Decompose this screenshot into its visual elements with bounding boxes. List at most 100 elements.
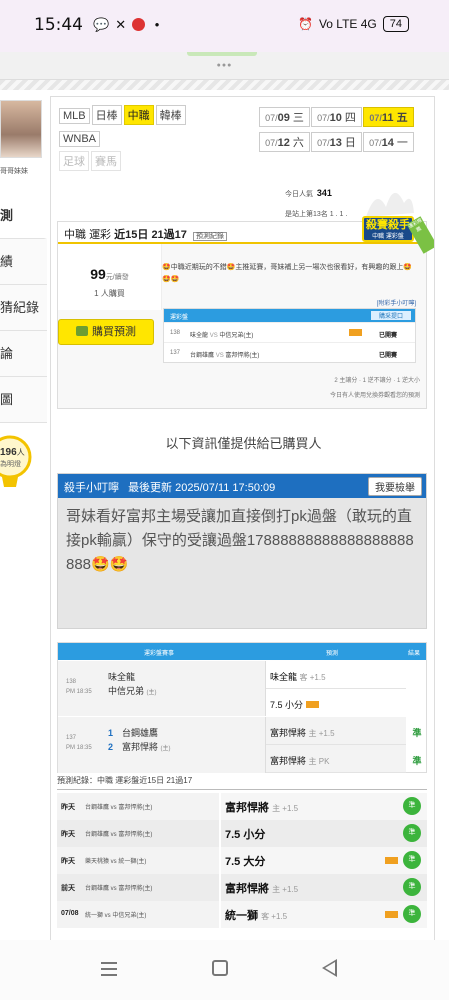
header-pick: 預測: [326, 651, 339, 657]
history-row[interactable]: 昨天 樂天桃猿 vs 統一獅(主) 7.5 大分 準: [57, 847, 427, 874]
lottery-tag-icon: [349, 329, 362, 336]
game-row[interactable]: 138 PM 18:35 味全龍 中信兄弟 (主) 味全龍 客 +1.5 7.5 …: [58, 660, 428, 717]
game-info: 137 PM 18:35 1 台鋼雄鷹 2 富邦悍將 (主): [58, 717, 266, 773]
pick-cell: 富邦悍將 主 +1.5: [266, 717, 406, 745]
back-icon[interactable]: [322, 959, 337, 977]
system-nav-bar: [0, 940, 449, 1000]
recent-apps-icon[interactable]: [101, 962, 117, 976]
date-0712[interactable]: 07/12 六: [259, 132, 310, 152]
history-row[interactable]: 昨天 台鋼雄鷹 vs 富邦悍將(主) 7.5 小分 準: [57, 820, 427, 847]
game-info: 138 PM 18:35 味全龍 中信兄弟 (主): [58, 661, 266, 717]
date-day: 09: [277, 112, 290, 124]
date-0710[interactable]: 07/10 四: [311, 107, 362, 127]
date-day: 11: [381, 112, 394, 124]
history-pick-team: 7.5 大分: [225, 856, 266, 868]
lottery-header: 運彩盤 購采提口: [164, 309, 415, 322]
avatar[interactable]: [0, 100, 42, 158]
sidebar-item-discussion[interactable]: 論: [0, 331, 47, 377]
status-time: 15:44: [34, 15, 83, 35]
date-month: 07/: [369, 113, 382, 123]
header-games: 運彩盤賽事: [144, 651, 175, 657]
lightbulb-count: 196人: [0, 447, 25, 458]
tag-wnba[interactable]: WNBA: [59, 131, 100, 147]
team-away: 1 台鋼雄鷹: [108, 726, 171, 740]
sidebar-item-results[interactable]: 績: [0, 239, 47, 285]
date-0711[interactable]: 07/11 五: [363, 107, 414, 127]
avatar-name: 哥哥妹妹: [0, 168, 28, 175]
lottery-row[interactable]: 137 台鋼雄鷹 VS 富邦悍將(主) 已開賽: [164, 342, 415, 362]
buyer-count: 1 人購買: [94, 289, 125, 298]
lottery-status: 已開賽: [378, 353, 397, 359]
history-pick: 7.5 小分: [225, 826, 265, 842]
history-pick: 富邦悍將 主 +1.5: [225, 799, 298, 815]
prediction-record-button[interactable]: 預測紀錄: [192, 232, 227, 241]
history-row[interactable]: 前天 台鋼雄鷹 vs 富邦悍將(主) 富邦悍將 主 +1.5 準: [57, 874, 427, 901]
lottery-link[interactable]: [附彩手小叮嚀]: [377, 298, 416, 307]
buy-prediction-button[interactable]: 購買預測: [58, 319, 154, 345]
date-0713[interactable]: 07/13 日: [311, 132, 362, 152]
tag-soccer[interactable]: 足球: [59, 151, 89, 171]
header-result: 結果: [408, 651, 421, 657]
more-dots-icon[interactable]: ●●●: [0, 62, 449, 69]
result-cell: [406, 661, 428, 689]
lottery-header-label: 運彩盤: [170, 315, 189, 321]
lottery-home: 味全龍: [190, 333, 209, 339]
vs-icon: VS: [209, 333, 218, 339]
team-number: 1: [108, 728, 114, 738]
history-pick-side: 客 +1.5: [261, 912, 288, 921]
killer-tip-header: 殺手小叮嚀 最後更新 2025/07/11 17:50:09 我要檢舉: [58, 474, 426, 498]
date-0714[interactable]: 07/14 一: [363, 132, 414, 152]
killer-tip-title: 殺手小叮嚀: [64, 482, 119, 494]
site-rank-label: 是站上第13名: [285, 211, 328, 218]
date-day: 12: [277, 137, 290, 149]
vs-icon: VS: [215, 353, 224, 359]
history-pick-team: 7.5 小分: [225, 829, 266, 841]
game-teams: 1 台鋼雄鷹 2 富邦悍將 (主): [108, 726, 171, 756]
pick-side: 客 +1.5: [299, 673, 326, 682]
date-weekday: 日: [344, 137, 356, 149]
date-month: 07/: [317, 138, 330, 148]
result-badge-icon: 準: [403, 797, 421, 815]
price: 99元/續發: [58, 266, 161, 282]
sidebar-item-prediction[interactable]: 測: [0, 193, 47, 239]
updated-label: 最後更新: [128, 482, 173, 494]
drag-handle[interactable]: [187, 52, 257, 56]
tag-horse[interactable]: 賽馬: [91, 151, 121, 171]
tag-mlb[interactable]: MLB: [59, 108, 90, 124]
game-row[interactable]: 137 PM 18:35 1 台鋼雄鷹 2 富邦悍將 (主) 富邦悍將 主 +1.5 …: [58, 716, 426, 773]
killer-tip-body: 哥妹看好富邦主場受讓加直接倒打pk過盤（敢玩的直接pk輸贏）保守的受讓過盤178…: [66, 508, 414, 573]
result-badge-icon: 準: [403, 878, 421, 896]
result-cell: [406, 689, 428, 717]
history-match: 樂天桃猿 vs 統一獅(主): [85, 859, 147, 865]
result-cell: 準: [412, 728, 422, 738]
main-panel: MLB 日棒 中職 韓棒 WNBA 足球 賽馬 07/09 三 07/10 四 07/11 …: [50, 96, 435, 941]
tag-kbo[interactable]: 韓棒: [155, 105, 186, 125]
lottery-more-button[interactable]: 購采提口: [370, 311, 411, 320]
sidebar-item-chart[interactable]: 圖: [0, 377, 47, 423]
tag-npb[interactable]: 日棒: [91, 105, 122, 125]
killer-tip-updated: 最後更新 2025/07/11 17:50:09: [128, 482, 275, 494]
today-popularity-value: 341: [316, 188, 332, 198]
status-bar: 15:44 💬✕ • ⏰ Vo LTE 4G 74: [0, 0, 449, 52]
lottery-row[interactable]: 138 味全龍 VS 中信兄弟(主) 已開賽: [164, 322, 415, 342]
game-time: PM 18:35: [66, 745, 92, 751]
left-sidebar: 哥哥妹妹 測 績 猜紀錄 論 圖 196人 為明燈: [0, 96, 47, 516]
report-button[interactable]: 我要檢舉: [368, 477, 422, 496]
prediction-message: 🤩中職近期玩的不錯🤩主推延賽，哥妹補上另一場次也很看好，有興趣的跟上🤩🤩🤩: [162, 264, 413, 283]
home-icon[interactable]: [212, 960, 228, 976]
history-match: 統一獅 vs 中信兄弟(主): [85, 913, 147, 919]
history-row[interactable]: 07/08 統一獅 vs 中信兄弟(主) 統一獅 客 +1.5 準: [57, 901, 427, 928]
team-home: 2 富邦悍將 (主): [108, 742, 171, 752]
game-teams: 味全龍 中信兄弟 (主): [108, 670, 157, 700]
history-divider: [57, 789, 427, 790]
signal-icon: Vo LTE 4G: [318, 17, 377, 31]
sidebar-item-guess-record[interactable]: 猜紀錄: [0, 285, 47, 331]
history-day: 前天: [61, 885, 75, 892]
date-0709[interactable]: 07/09 三: [259, 107, 310, 127]
pick-team: 7.5 小分: [270, 700, 304, 710]
tag-cpbl[interactable]: 中職: [123, 105, 154, 125]
status-right: ⏰ Vo LTE 4G 74: [298, 16, 409, 32]
lottery-tag-icon: [305, 701, 319, 708]
history-row[interactable]: 昨天 台鋼雄鷹 vs 富邦悍將(主) 富邦悍將 主 +1.5 準: [57, 793, 427, 820]
voucher-notice: 今日有人使用兌換券觀看您的預測: [329, 393, 420, 399]
